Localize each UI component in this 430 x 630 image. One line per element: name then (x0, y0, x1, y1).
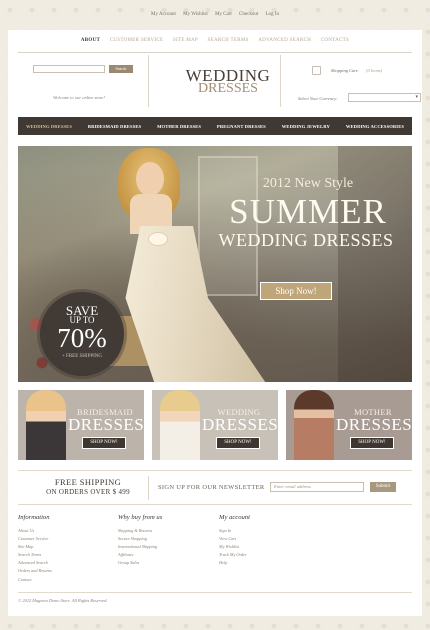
footer-link[interactable]: Orders and Returns (18, 567, 118, 575)
promo-wedding[interactable]: WEDDING DRESSES SHOP NOW! (152, 390, 278, 460)
my-account-link[interactable]: My Account (151, 12, 176, 17)
footer-column-title: Information (18, 514, 50, 521)
search-button[interactable]: Search (109, 65, 133, 73)
promo-mother[interactable]: MOTHER DRESSES SHOP NOW! (286, 390, 412, 460)
footer-information: Information About Us Customer Service Si… (18, 514, 118, 584)
welcome-message: Welcome to our online store! (53, 95, 105, 100)
free-shipping-title: FREE SHIPPING (54, 477, 122, 487)
footer-link[interactable]: International Shipping (118, 543, 218, 551)
footer-link[interactable]: Secure Shopping (118, 535, 218, 543)
login-link[interactable]: Log In (265, 12, 278, 17)
promo-big-title: DRESSES (202, 415, 278, 434)
badge-shipping: + FREE SHIPPING (61, 354, 103, 359)
promo-shop-now-button[interactable]: SHOP NOW! (350, 437, 394, 449)
copyright: © 2012 Magento Demo Store. All Rights Re… (18, 598, 108, 603)
nav-customer-service[interactable]: CUSTOMER SERVICE (110, 38, 164, 43)
category-mother-dresses[interactable]: MOTHER DRESSES (157, 124, 201, 129)
header: Search Welcome to our online store! WEDD… (18, 55, 421, 113)
logo-dresses[interactable]: DRESSES (168, 82, 288, 96)
chevron-down-icon: ▾ (415, 95, 418, 100)
page-container: ABOUT CUSTOMER SERVICE SITE MAP SEARCH T… (8, 30, 422, 616)
model-face (136, 162, 164, 196)
footer-link[interactable]: Group Sales (118, 559, 218, 567)
divider (18, 470, 412, 471)
divider (280, 55, 281, 107)
account-links-bar: My Account My Wishlist My Cart Checkout … (0, 12, 430, 17)
dress-rose (148, 232, 168, 246)
currency-select[interactable]: ▾ (348, 93, 421, 102)
hero-title: SUMMER (229, 192, 387, 231)
promo-big-title: DRESSES (336, 415, 412, 434)
category-wedding-accessories[interactable]: WEDDING ACCESSORIES (346, 124, 404, 129)
divider (148, 476, 149, 500)
category-wedding-jewelry[interactable]: WEDDING JEWELRY (282, 124, 330, 129)
badge-percent: 70% (57, 323, 107, 353)
footer-my-account: My account Sign In View Cart My Wishlist… (219, 514, 319, 567)
my-wishlist-link[interactable]: My Wishlist (183, 12, 208, 17)
nav-advanced-search[interactable]: ADVANCED SEARCH (258, 38, 311, 43)
divider (18, 504, 412, 505)
promo-model-image (26, 390, 66, 460)
search-input[interactable] (33, 65, 105, 73)
promo-model-image (294, 390, 334, 460)
sale-badge: SAVE UP TO 70% + FREE SHIPPING (40, 292, 124, 376)
promo-shop-now-button[interactable]: SHOP NOW! (82, 437, 126, 449)
footer-link[interactable]: Track My Order (219, 551, 319, 559)
footer-link[interactable]: Customer Service (18, 535, 118, 543)
checkout-link[interactable]: Checkout (239, 12, 258, 17)
my-cart-link[interactable]: My Cart (215, 12, 232, 17)
divider (18, 592, 412, 593)
cart-item-count[interactable]: (0 Items) (366, 68, 382, 73)
category-pregnant-dresses[interactable]: PREGNANT DRESSES (217, 124, 266, 129)
promo-model-image (160, 390, 200, 460)
footer-link[interactable]: Search Terms (18, 551, 118, 559)
hero-banner[interactable]: 2012 New Style SUMMER WEDDING DRESSES Sh… (18, 146, 412, 382)
divider (148, 55, 149, 107)
footer-link[interactable]: Site Map (18, 543, 118, 551)
footer-column-title: Why buy from us (118, 514, 163, 521)
category-bridesmaid-dresses[interactable]: BRIDESMAID DRESSES (88, 124, 141, 129)
category-wedding-dresses[interactable]: WEDDING DRESSES (26, 124, 72, 129)
cart-label[interactable]: Shopping Cart: (331, 68, 359, 73)
footer-link[interactable]: My Wishlist (219, 543, 319, 551)
promo-big-title: DRESSES (68, 415, 144, 434)
nav-search-terms[interactable]: SEARCH TERMS (208, 38, 249, 43)
newsletter-submit-button[interactable]: Submit (370, 482, 396, 492)
footer-link[interactable]: Sign In (219, 527, 319, 535)
main-nav: ABOUT CUSTOMER SERVICE SITE MAP SEARCH T… (18, 38, 412, 43)
footer-column-title: My account (219, 514, 250, 521)
newsletter-label: SIGN UP FOR OUR NEWSLETTER (158, 484, 265, 491)
hero-shop-now-button[interactable]: Shop Now! (260, 282, 332, 300)
free-shipping-subtitle: ON ORDERS OVER $ 499 (46, 488, 130, 496)
currency-label: Select Your Currency: (298, 96, 338, 101)
nav-about[interactable]: ABOUT (81, 38, 100, 43)
footer-link[interactable]: Contact (18, 576, 118, 584)
category-nav: WEDDING DRESSES BRIDESMAID DRESSES MOTHE… (18, 117, 412, 135)
hero-subtitle: 2012 New Style (262, 176, 354, 191)
hero-tagline: WEDDING DRESSES (218, 230, 394, 250)
promo-bridesmaid[interactable]: BRIDESMAID DRESSES SHOP NOW! (18, 390, 144, 460)
footer-link[interactable]: Advanced Search (18, 559, 118, 567)
footer-link[interactable]: Shipping & Returns (118, 527, 218, 535)
shopping-bag-icon[interactable] (312, 66, 321, 75)
footer-link[interactable]: View Cart (219, 535, 319, 543)
footer-link[interactable]: Help (219, 559, 319, 567)
promo-shop-now-button[interactable]: SHOP NOW! (216, 437, 260, 449)
nav-contacts[interactable]: CONTACTS (321, 38, 349, 43)
nav-site-map[interactable]: SITE MAP (173, 38, 198, 43)
footer-link[interactable]: About Us (18, 527, 118, 535)
footer-why-buy: Why buy from us Shipping & Returns Secur… (118, 514, 218, 567)
divider (18, 52, 412, 53)
newsletter-email-input[interactable]: Enter email address (270, 482, 364, 492)
footer-link[interactable]: Affiliates (118, 551, 218, 559)
